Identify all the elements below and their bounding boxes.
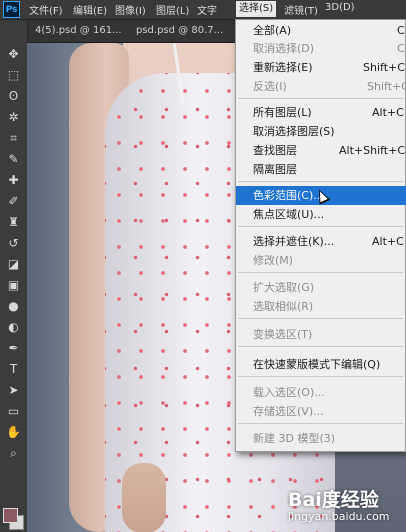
menu-item-reselect[interactable]: 重新选择(E) Shift+C [236,58,406,77]
crop-icon[interactable]: ⌗ [4,129,23,148]
type-icon[interactable]: T [4,360,23,379]
pen-icon[interactable]: ✒ [4,339,23,358]
menu-item-find-layers[interactable]: 查找图层 Alt+Shift+C [236,141,406,160]
menu-separator [238,226,403,227]
menu-item-quick-mask[interactable]: 在快速蒙版模式下编辑(Q) [236,355,406,374]
menu-item-save-selection[interactable]: 存储选区(V)... [236,402,406,421]
zoom-icon[interactable]: ⌕ [4,444,23,463]
gradient-icon[interactable]: ▣ [4,276,23,295]
menu-item-deselect-layers[interactable]: 取消选择图层(S) [236,122,406,141]
menu-separator [238,318,403,319]
path-select-icon[interactable]: ➤ [4,381,23,400]
select-menu-dropdown: 全部(A) C 取消选择(D) C 重新选择(E) Shift+C 反选(I) Shif… [235,19,406,452]
menu-item-transform-selection[interactable]: 变换选区(T) [236,325,406,344]
history-brush-icon[interactable]: ↺ [4,234,23,253]
menu-item-inverse[interactable]: 反选(I) Shift+C [236,77,406,96]
menu-item-modify[interactable]: 修改(M) [236,251,406,270]
menu-separator [238,272,403,273]
menu-item-deselect[interactable]: 取消选择(D) C [236,39,406,58]
menu-edit[interactable]: 编辑(E) [73,2,107,17]
menu-3d[interactable]: 3D(D) [325,2,355,13]
menu-type[interactable]: 文字 [197,2,217,17]
brush-icon[interactable]: ✐ [4,192,23,211]
menu-separator [238,376,403,377]
dodge-icon[interactable]: ◐ [4,318,23,337]
tools-panel: ✥ ⬚ ʘ ✲ ⌗ ✎ ✚ ✐ ♜ ↺ ◪ ▣ ● ◐ ✒ T ➤ ▭ ✋ ⌕ [0,20,28,532]
menu-item-all[interactable]: 全部(A) C [236,21,406,40]
menu-separator [238,98,403,99]
photoshop-logo: Ps [3,1,20,18]
menu-image[interactable]: 图像(I) [115,2,146,17]
photo-hand [122,463,166,532]
tab-document-1[interactable]: 4(5).psd @ 161... [27,20,136,42]
menu-filter[interactable]: 滤镜(T) [284,2,318,17]
menu-separator [238,423,403,424]
menu-item-all-layers[interactable]: 所有图层(L) Alt+C [236,103,406,122]
eyedropper-icon[interactable]: ✎ [4,150,23,169]
menu-item-isolate-layers[interactable]: 隔离图层 [236,160,406,179]
menu-item-new-3d-model[interactable]: 新建 3D 模型(3) [236,429,406,448]
hand-icon[interactable]: ✋ [4,423,23,442]
foreground-color-swatch[interactable] [3,508,18,523]
watermark-logo: Bai度经验 [288,489,379,511]
stamp-icon[interactable]: ♜ [4,213,23,232]
eraser-icon[interactable]: ◪ [4,255,23,274]
tab-document-2[interactable]: psd.psd @ 80.7... [128,20,240,42]
menu-item-focus-area[interactable]: 焦点区域(U)... [236,205,406,224]
menu-separator [238,346,403,347]
shape-icon[interactable]: ▭ [4,402,23,421]
menu-separator [238,181,403,182]
magic-wand-icon[interactable]: ✲ [4,108,23,127]
move-icon[interactable]: ✥ [4,45,23,64]
menu-item-load-selection[interactable]: 载入选区(O)... [236,383,406,402]
lasso-icon[interactable]: ʘ [4,87,23,106]
marquee-icon[interactable]: ⬚ [4,66,23,85]
menu-item-similar[interactable]: 选取相似(R) [236,297,406,316]
menu-bar: Ps 文件(F) 编辑(E) 图像(I) 图层(L) 文字 选择(S) 滤镜(T… [0,0,406,20]
menu-layer[interactable]: 图层(L) [156,2,189,17]
watermark-url: jingyan.baidu.com [288,510,390,523]
menu-select[interactable]: 选择(S) [236,1,277,17]
menu-file[interactable]: 文件(F) [29,2,63,17]
healing-icon[interactable]: ✚ [4,171,23,190]
baidu-jingyan-watermark: Bai度经验 jingyan.baidu.com [284,483,406,532]
menu-item-select-and-mask[interactable]: 选择并遮住(K)... Alt+C [236,232,406,251]
menu-item-grow[interactable]: 扩大选取(G) [236,278,406,297]
blur-icon[interactable]: ● [4,297,23,316]
